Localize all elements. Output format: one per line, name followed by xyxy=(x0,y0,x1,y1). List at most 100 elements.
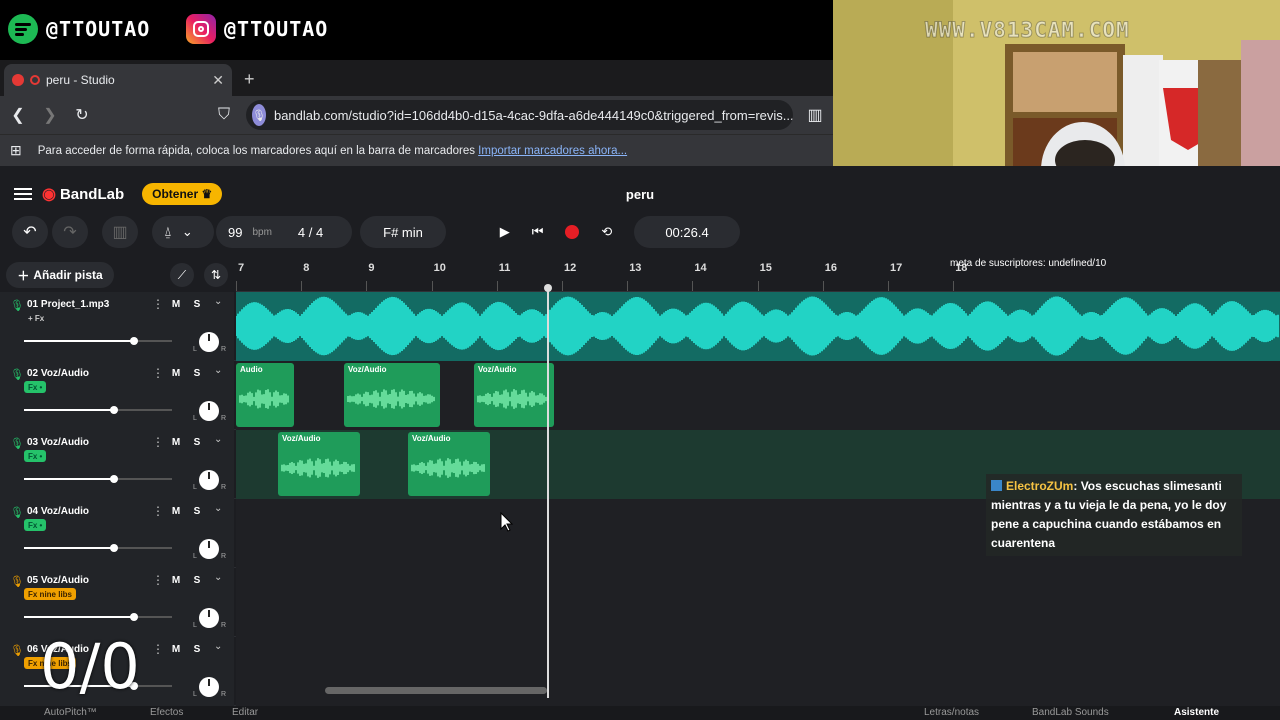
browser-tab[interactable]: peru - Studio ✕ xyxy=(4,64,232,96)
fx-badge[interactable]: Fx • xyxy=(24,450,47,462)
fx-badge[interactable]: Fx • xyxy=(24,381,47,393)
track-options-icon[interactable]: ⋮ xyxy=(152,573,164,587)
audio-clip[interactable]: Voz/Audio xyxy=(344,363,440,427)
track-options-icon[interactable]: ⋮ xyxy=(152,642,164,656)
master-waveform[interactable] xyxy=(235,292,1280,361)
track-name[interactable]: 05 Voz/Audio xyxy=(27,575,89,586)
audio-clip[interactable]: Voz/Audio xyxy=(408,432,490,496)
solo-button[interactable]: S xyxy=(189,365,205,381)
pan-knob[interactable] xyxy=(199,470,219,490)
solo-button[interactable]: S xyxy=(189,641,205,657)
track-lane[interactable] xyxy=(236,637,1280,706)
apps-grid-icon[interactable]: ⊞ xyxy=(10,142,22,159)
track-header[interactable]: 🎙 04 Voz/Audio ⋮ M S ⌄ Fx • L R xyxy=(0,499,234,568)
solo-button[interactable]: S xyxy=(189,434,205,450)
reading-mode-icon[interactable]: ▥ xyxy=(805,105,825,125)
pan-knob[interactable] xyxy=(199,401,219,421)
chevron-down-icon[interactable]: ⌄ xyxy=(214,434,222,445)
audio-clip[interactable]: Voz/Audio xyxy=(278,432,360,496)
solo-button[interactable]: S xyxy=(189,296,205,312)
volume-slider[interactable] xyxy=(24,337,172,345)
mute-button[interactable]: M xyxy=(168,365,184,381)
bpm-value[interactable]: 99 xyxy=(228,225,242,240)
audio-clip[interactable]: Audio xyxy=(236,363,294,427)
add-track-button[interactable]: ＋ Añadir pista xyxy=(6,262,114,288)
edit-button[interactable]: Editar xyxy=(232,707,258,718)
track-options-icon[interactable]: ⋮ xyxy=(152,435,164,449)
track-header[interactable]: 🎙 03 Voz/Audio ⋮ M S ⌄ Fx • L R xyxy=(0,430,234,499)
volume-slider[interactable] xyxy=(24,406,172,414)
track-header[interactable]: 🎙 05 Voz/Audio ⋮ M S ⌄ Fx nine libs L R xyxy=(0,568,234,637)
tempo-control[interactable]: 99 bpm 4 / 4 xyxy=(216,216,352,248)
back-icon[interactable]: ❮ xyxy=(8,105,28,125)
settings-icon[interactable]: ⇅ xyxy=(204,263,228,287)
mute-button[interactable]: M xyxy=(168,434,184,450)
volume-knob[interactable] xyxy=(130,613,138,621)
mute-button[interactable]: M xyxy=(168,503,184,519)
fx-badge[interactable]: + Fx xyxy=(24,312,48,324)
obtener-button[interactable]: Obtener ♛ xyxy=(142,183,223,205)
solo-button[interactable]: S xyxy=(189,503,205,519)
fx-badge[interactable]: Fx nine libs xyxy=(24,588,77,600)
lyrics-button[interactable]: Letras/notas xyxy=(924,707,979,718)
track-row[interactable]: 🎙 05 Voz/Audio ⋮ M S ⌄ Fx nine libs L R xyxy=(0,568,1280,637)
bandlab-logo[interactable]: ◉ BandLab xyxy=(42,184,124,204)
track-options-icon[interactable]: ⋮ xyxy=(152,297,164,311)
volume-slider[interactable] xyxy=(24,613,172,621)
track-header[interactable]: 🎙 01 Project_1.mp3 ⋮ M S ⌄ + Fx L R xyxy=(0,292,234,361)
site-info-icon[interactable]: 🎙 xyxy=(252,104,266,126)
metronome-button[interactable]: ⍙ ⌄ xyxy=(152,216,214,248)
chevron-down-icon[interactable]: ⌄ xyxy=(214,296,222,307)
autopitch-button[interactable]: AutoPitch™ xyxy=(44,707,97,718)
bookmark-icon[interactable]: ⛉ xyxy=(214,106,234,124)
track-lane[interactable] xyxy=(236,568,1280,637)
track-header[interactable]: 🎙 02 Voz/Audio ⋮ M S ⌄ Fx • L R xyxy=(0,361,234,430)
track-name[interactable]: 02 Voz/Audio xyxy=(27,368,89,379)
track-options-icon[interactable]: ⋮ xyxy=(152,366,164,380)
track-options-icon[interactable]: ⋮ xyxy=(152,504,164,518)
import-bookmarks-link[interactable]: Importar marcadores ahora... xyxy=(478,145,627,157)
key-selector[interactable]: F# min xyxy=(360,216,446,248)
volume-knob[interactable] xyxy=(110,544,118,552)
redo-icon[interactable]: ↷ xyxy=(52,216,88,248)
new-tab-button[interactable]: + xyxy=(244,69,255,90)
chevron-down-icon[interactable]: ⌄ xyxy=(214,641,222,652)
undo-icon[interactable]: ↶ xyxy=(12,216,48,248)
address-bar[interactable]: 🎙 bandlab.com/studio?id=106dd4b0-d15a-4c… xyxy=(246,100,793,130)
chevron-down-icon[interactable]: ⌄ xyxy=(214,503,222,514)
pan-knob[interactable] xyxy=(199,677,219,697)
record-icon[interactable] xyxy=(565,225,580,239)
reload-icon[interactable]: ↻ xyxy=(72,105,92,125)
pan-knob[interactable] xyxy=(199,332,219,352)
volume-knob[interactable] xyxy=(110,475,118,483)
volume-slider[interactable] xyxy=(24,475,172,483)
track-lane[interactable]: Audio Voz/Audio Voz/Audio xyxy=(236,361,1280,430)
horizontal-scrollbar[interactable] xyxy=(325,687,547,694)
mute-button[interactable]: M xyxy=(168,296,184,312)
chevron-down-icon[interactable]: ⌄ xyxy=(214,365,222,376)
effects-button[interactable]: Efectos xyxy=(150,707,183,718)
bandlab-sounds-button[interactable]: BandLab Sounds xyxy=(1032,707,1109,718)
audio-clip[interactable]: Voz/Audio xyxy=(474,363,554,427)
playhead[interactable] xyxy=(547,290,549,698)
track-name[interactable]: 03 Voz/Audio xyxy=(27,437,89,448)
pan-knob[interactable] xyxy=(199,539,219,559)
volume-knob[interactable] xyxy=(130,337,138,345)
close-tab-icon[interactable]: ✕ xyxy=(212,72,224,89)
assistant-button[interactable]: Asistente xyxy=(1174,707,1219,718)
loop-icon[interactable]: ⟲ xyxy=(601,224,612,240)
track-row[interactable]: 🎙 02 Voz/Audio ⋮ M S ⌄ Fx • L R Audio Vo… xyxy=(0,361,1280,430)
play-icon[interactable]: ▶ xyxy=(500,224,510,240)
track-row[interactable]: 🎙 01 Project_1.mp3 ⋮ M S ⌄ + Fx L R xyxy=(0,292,1280,361)
time-signature[interactable]: 4 / 4 xyxy=(298,225,323,240)
chevron-down-icon[interactable]: ⌄ xyxy=(214,572,222,583)
pan-knob[interactable] xyxy=(199,608,219,628)
track-row[interactable]: 🎙 06 Voz/Audio ⋮ M S ⌄ Fx nine libs L R xyxy=(0,637,1280,706)
fx-badge[interactable]: Fx • xyxy=(24,519,47,531)
volume-slider[interactable] xyxy=(24,544,172,552)
forward-icon[interactable]: ❯ xyxy=(40,105,60,125)
track-name[interactable]: 01 Project_1.mp3 xyxy=(27,299,109,310)
track-lane[interactable] xyxy=(235,292,1280,361)
timeline-ruler[interactable]: 7 8 9 10 11 12 13 14 15 16 17 18 xyxy=(236,256,1280,292)
track-name[interactable]: 04 Voz/Audio xyxy=(27,506,89,517)
